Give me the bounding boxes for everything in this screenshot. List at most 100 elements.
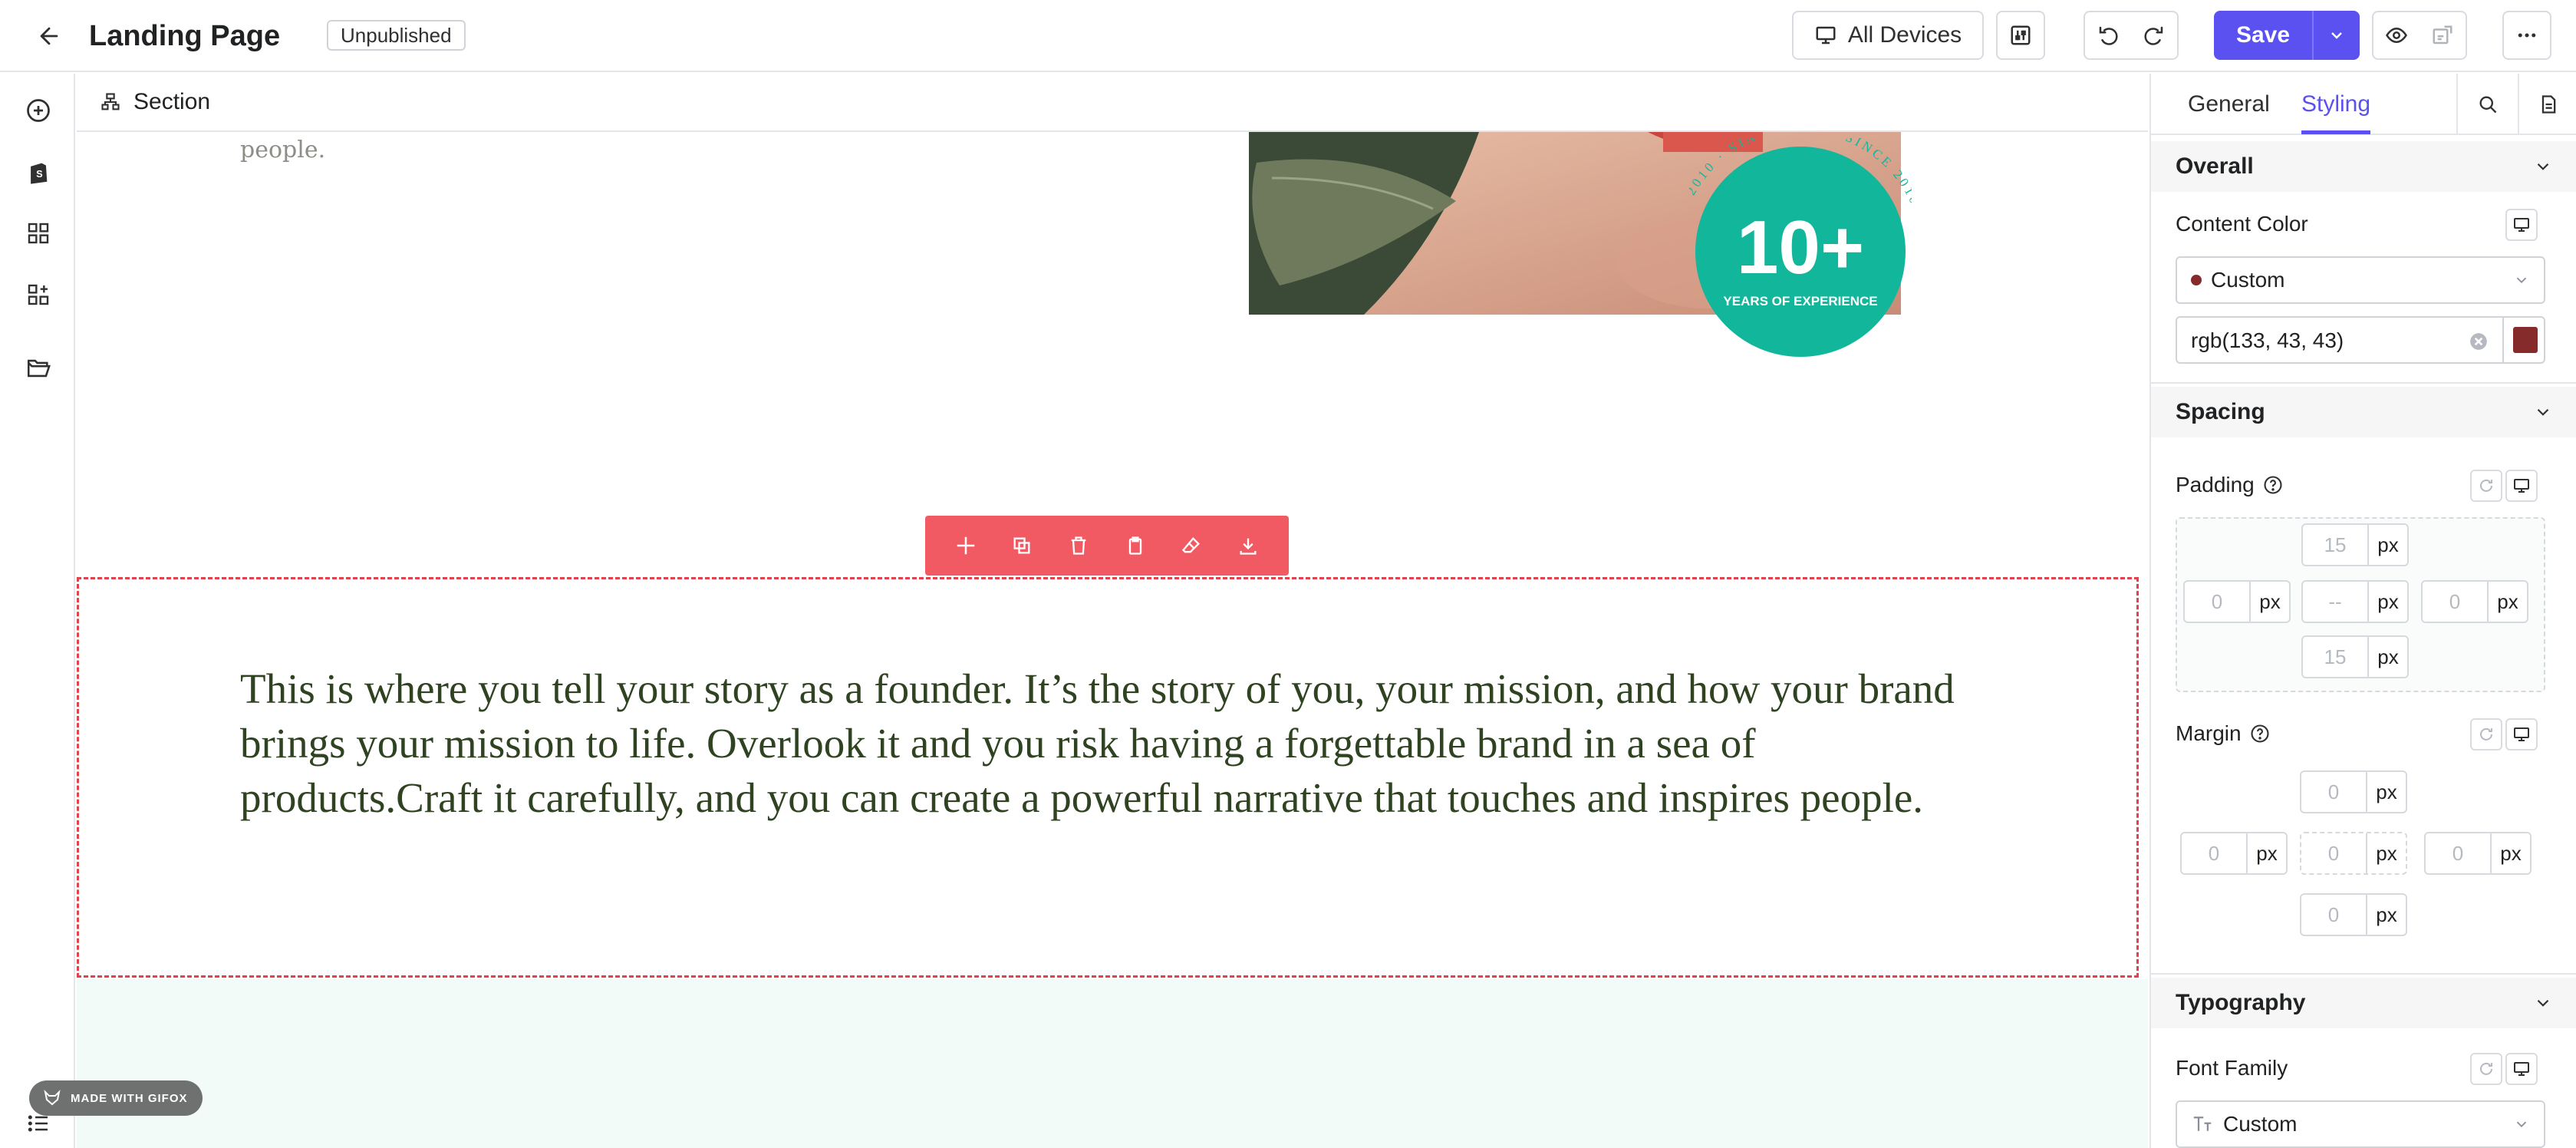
- spacing-section-header[interactable]: Spacing: [2151, 387, 2576, 437]
- padding-left-input[interactable]: 0 px: [2183, 580, 2291, 623]
- padding-label: Padding: [2176, 473, 2255, 496]
- editor-canvas: people. 10+ YEARS OF EXPERIENCE 010 · SI…: [77, 132, 2148, 1148]
- padding-reset-button[interactable]: [2470, 470, 2502, 502]
- trash-icon: [1071, 536, 1086, 555]
- padding-all-unit: px: [2367, 582, 2407, 622]
- text-type-icon: [2193, 1117, 2212, 1131]
- previous-section-text[interactable]: people.: [240, 137, 325, 163]
- padding-label-row: Padding: [2176, 473, 2284, 497]
- color-mode-value: Custom: [2211, 268, 2285, 292]
- preview-controls: [2372, 11, 2467, 60]
- padding-right-input[interactable]: 0 px: [2421, 580, 2528, 623]
- padding-top-input[interactable]: 15 px: [2301, 523, 2409, 566]
- inspector-panel: General Styling Overall Content Color Cu…: [2149, 74, 2576, 1148]
- add-element-button[interactable]: [17, 89, 60, 132]
- padding-left-value: 0: [2211, 589, 2223, 613]
- monitor-icon: [2514, 727, 2529, 741]
- export-section-button[interactable]: [1227, 524, 1270, 567]
- monitor-icon: [1816, 26, 1836, 45]
- content-color-label: Content Color: [2176, 212, 2308, 236]
- font-reset-button[interactable]: [2470, 1053, 2502, 1085]
- left-toolbar: S: [0, 74, 75, 1148]
- redo-button[interactable]: [2131, 12, 2177, 58]
- chevron-down-icon: [2537, 999, 2549, 1007]
- help-icon[interactable]: [2249, 723, 2271, 744]
- typography-title: Typography: [2176, 990, 2306, 1015]
- preview-button[interactable]: [2373, 12, 2420, 58]
- padding-all-input[interactable]: -- px: [2301, 580, 2409, 623]
- founder-story-text[interactable]: This is where you tell your story as a f…: [240, 661, 2004, 825]
- margin-left-unit: px: [2246, 833, 2286, 873]
- undo-button[interactable]: [2085, 12, 2131, 58]
- margin-right-input[interactable]: 0 px: [2424, 832, 2532, 875]
- breadcrumb[interactable]: Section: [133, 89, 210, 115]
- margin-top-input[interactable]: 0 px: [2300, 770, 2407, 813]
- next-section[interactable]: [77, 979, 2148, 1148]
- page-info-button[interactable]: [2518, 74, 2576, 135]
- experience-badge[interactable]: 10+ YEARS OF EXPERIENCE SINCE 2010 · SIN…: [1689, 138, 1912, 399]
- font-device-toggle[interactable]: [2505, 1053, 2538, 1085]
- padding-bottom-value: 15: [2324, 645, 2347, 668]
- save-options-button[interactable]: [2312, 11, 2360, 60]
- style-section-button[interactable]: [1170, 524, 1213, 567]
- grid-icon: [28, 223, 49, 244]
- overall-title: Overall: [2176, 153, 2254, 179]
- clear-icon[interactable]: [2469, 332, 2489, 351]
- move-section-button[interactable]: [944, 524, 987, 567]
- margin-left-input[interactable]: 0 px: [2180, 832, 2288, 875]
- tab-general[interactable]: General: [2188, 89, 2270, 123]
- font-family-select[interactable]: Custom: [2176, 1100, 2545, 1148]
- margin-all-unit: px: [2366, 833, 2406, 873]
- device-selector-label: All Devices: [1847, 22, 1962, 48]
- shopify-button[interactable]: S: [17, 150, 60, 193]
- overall-section-header[interactable]: Overall: [2151, 141, 2576, 192]
- margin-label: Margin: [2176, 721, 2242, 745]
- redo-icon: [2144, 26, 2163, 45]
- watermark-text: MADE WITH GIFOX: [71, 1091, 188, 1105]
- sliders-icon: [2011, 25, 2031, 45]
- responsive-device-toggle[interactable]: [2505, 209, 2538, 241]
- layouts-button[interactable]: [17, 212, 60, 255]
- margin-all-value: 0: [2327, 841, 2340, 865]
- delete-section-button[interactable]: [1057, 524, 1100, 567]
- more-options-button[interactable]: [2502, 11, 2551, 60]
- margin-reset-button[interactable]: [2470, 718, 2502, 750]
- typography-section-header[interactable]: Typography: [2151, 978, 2576, 1028]
- badge-caption: YEARS OF EXPERIENCE: [1723, 294, 1877, 308]
- margin-device-toggle[interactable]: [2505, 718, 2538, 750]
- device-selector-button[interactable]: All Devices: [1792, 11, 1984, 60]
- back-button[interactable]: [28, 17, 71, 55]
- download-icon: [1240, 538, 1257, 555]
- padding-bottom-input[interactable]: 15 px: [2301, 635, 2409, 678]
- active-tab-indicator: [2301, 130, 2370, 134]
- padding-bottom-unit: px: [2367, 637, 2407, 677]
- apps-button[interactable]: [17, 273, 60, 316]
- padding-left-unit: px: [2249, 582, 2289, 622]
- copy-icon: [1013, 537, 1030, 554]
- content-color-mode-select[interactable]: Custom: [2176, 256, 2545, 304]
- margin-all-input[interactable]: 0 px: [2300, 832, 2407, 875]
- search-settings-button[interactable]: [2456, 74, 2518, 135]
- gifox-watermark: MADE WITH GIFOX: [29, 1080, 203, 1116]
- inspector-tabs: General Styling: [2151, 74, 2576, 135]
- save-as-template-button[interactable]: [1114, 524, 1157, 567]
- margin-bottom-input[interactable]: 0 px: [2300, 893, 2407, 936]
- monitor-icon: [2514, 218, 2529, 232]
- margin-top-unit: px: [2366, 772, 2406, 812]
- help-icon[interactable]: [2262, 474, 2284, 496]
- save-button[interactable]: Save: [2214, 11, 2312, 60]
- color-swatch[interactable]: [2513, 327, 2538, 353]
- status-badge: Unpublished: [327, 20, 466, 51]
- color-value: rgb(133, 43, 43): [2191, 328, 2344, 352]
- history-controls: [2084, 11, 2179, 60]
- padding-box: 15 px 0 px -- px 0 px 15 px: [2176, 517, 2545, 692]
- library-button[interactable]: [17, 347, 60, 390]
- page-settings-button[interactable]: [1996, 11, 2045, 60]
- content-color-input[interactable]: rgb(133, 43, 43): [2176, 316, 2545, 364]
- margin-top-value: 0: [2327, 780, 2340, 803]
- tab-styling[interactable]: Styling: [2301, 89, 2370, 123]
- eraser-icon: [1182, 536, 1201, 553]
- duplicate-section-button[interactable]: [1000, 524, 1043, 567]
- padding-device-toggle[interactable]: [2505, 470, 2538, 502]
- publish-button[interactable]: [2420, 12, 2466, 58]
